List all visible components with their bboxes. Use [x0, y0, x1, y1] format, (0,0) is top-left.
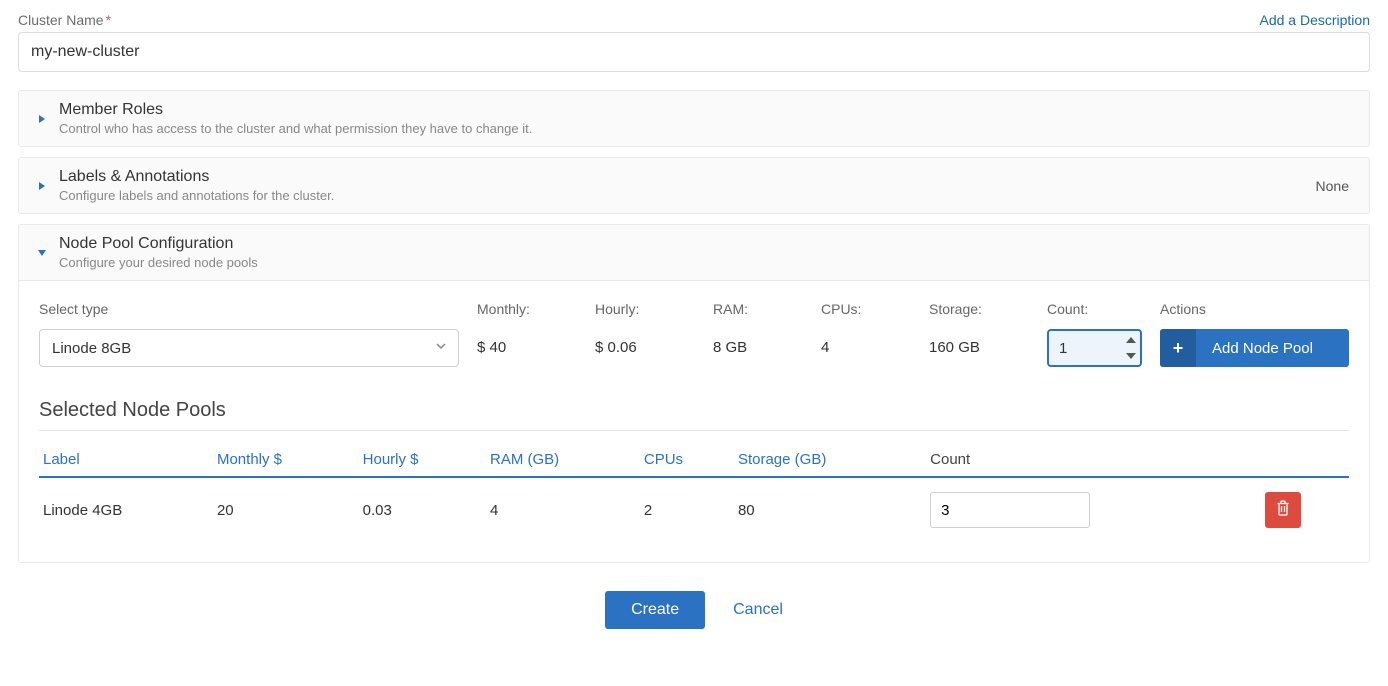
col-head-hourly: Hourly: — [595, 301, 695, 317]
section-right-text: None — [1316, 178, 1355, 194]
table-row: Linode 4GB 20 0.03 4 2 80 — [39, 477, 1349, 542]
th-ram[interactable]: RAM (GB) — [486, 445, 640, 477]
section-node-pool-config: Node Pool Configuration Configure your d… — [18, 224, 1370, 563]
node-pool-add-row: Select type Linode 8GB Monthly: $ 40 Hou… — [39, 301, 1349, 367]
divider — [39, 430, 1349, 431]
monthly-value: $ 40 — [477, 329, 577, 367]
cell-storage: 80 — [734, 477, 926, 542]
section-subtitle: Configure your desired node pools — [59, 255, 1355, 270]
section-member-roles-header[interactable]: Member Roles Control who has access to t… — [19, 91, 1369, 146]
th-monthly[interactable]: Monthly $ — [213, 445, 359, 477]
col-head-storage: Storage: — [929, 301, 1029, 317]
section-labels-annotations: Labels & Annotations Configure labels an… — [18, 157, 1370, 214]
th-cpus[interactable]: CPUs — [640, 445, 734, 477]
add-node-pool-button[interactable]: + Add Node Pool — [1160, 329, 1349, 367]
selected-node-pools-title: Selected Node Pools — [39, 399, 1349, 422]
caret-down-icon — [33, 248, 51, 258]
cell-cpus: 2 — [640, 477, 734, 542]
th-storage[interactable]: Storage (GB) — [734, 445, 926, 477]
create-button[interactable]: Create — [605, 591, 705, 629]
storage-value: 160 GB — [929, 329, 1029, 367]
ram-value: 8 GB — [713, 329, 803, 367]
cluster-name-input[interactable] — [18, 32, 1370, 72]
section-subtitle: Configure labels and annotations for the… — [59, 188, 1316, 203]
add-description-link[interactable]: Add a Description — [1259, 12, 1370, 28]
hourly-value: $ 0.06 — [595, 329, 695, 367]
selected-pools-table: Label Monthly $ Hourly $ RAM (GB) CPUs S… — [39, 445, 1349, 542]
delete-row-button[interactable] — [1265, 492, 1301, 528]
cpus-value: 4 — [821, 329, 911, 367]
section-member-roles: Member Roles Control who has access to t… — [18, 90, 1370, 147]
count-step-up[interactable] — [1124, 335, 1138, 345]
th-label[interactable]: Label — [39, 445, 213, 477]
cell-monthly: 20 — [213, 477, 359, 542]
th-count: Count — [926, 445, 1261, 477]
cancel-link[interactable]: Cancel — [733, 601, 783, 619]
row-count-input[interactable] — [930, 492, 1090, 528]
col-head-type: Select type — [39, 301, 459, 317]
col-head-ram: RAM: — [713, 301, 803, 317]
cluster-name-label: Cluster Name* — [18, 12, 111, 28]
section-subtitle: Control who has access to the cluster an… — [59, 121, 1355, 136]
section-node-pool-config-header[interactable]: Node Pool Configuration Configure your d… — [19, 225, 1369, 280]
plus-icon: + — [1160, 329, 1196, 367]
caret-right-icon — [33, 114, 51, 124]
col-head-monthly: Monthly: — [477, 301, 577, 317]
th-hourly[interactable]: Hourly $ — [359, 445, 486, 477]
col-head-count: Count: — [1047, 301, 1142, 317]
col-head-actions: Actions — [1160, 301, 1349, 317]
chevron-down-icon — [434, 339, 448, 357]
th-actions — [1261, 445, 1349, 477]
type-select[interactable]: Linode 8GB — [39, 329, 459, 367]
trash-icon — [1276, 500, 1290, 520]
caret-right-icon — [33, 181, 51, 191]
col-head-cpus: CPUs: — [821, 301, 911, 317]
cell-ram: 4 — [486, 477, 640, 542]
count-step-down[interactable] — [1124, 351, 1138, 361]
section-title: Member Roles — [59, 101, 1355, 119]
section-title: Node Pool Configuration — [59, 235, 1355, 253]
cell-label: Linode 4GB — [39, 477, 213, 542]
section-labels-annotations-header[interactable]: Labels & Annotations Configure labels an… — [19, 158, 1369, 213]
cell-hourly: 0.03 — [359, 477, 486, 542]
section-title: Labels & Annotations — [59, 168, 1316, 186]
